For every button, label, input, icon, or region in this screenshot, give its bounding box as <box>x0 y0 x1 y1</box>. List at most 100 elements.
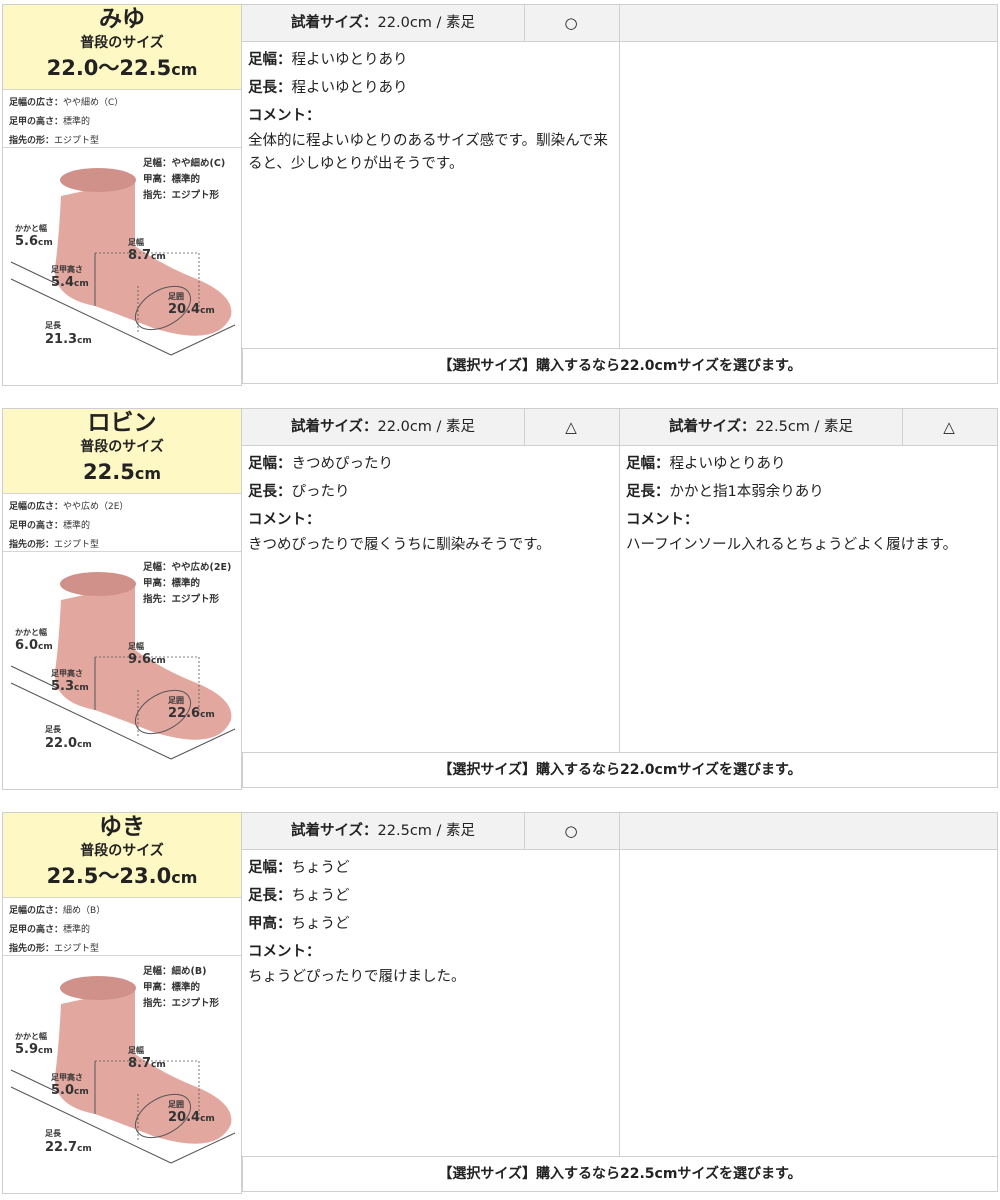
selected-size-note: 【選択サイズ】購入するなら22.0cmサイズを選びます。 <box>242 752 998 788</box>
foot-length-value: 22.7 <box>45 1140 78 1155</box>
fit-line-label: 甲高： <box>248 916 292 932</box>
instep-height-value: 5.3 <box>51 679 75 694</box>
fit-line-text: 程よいゆとりあり <box>669 456 786 472</box>
foot-width-measure: 8.7cm <box>128 1056 166 1073</box>
foot-length-label: 足長 <box>45 321 61 330</box>
usual-size: 22.5cm <box>3 457 241 489</box>
fit-line: 足幅：きつめぴったり <box>248 450 619 478</box>
foot-length-label: 足長 <box>45 1129 61 1138</box>
profile-attr-label: 足幅の広さ： <box>9 502 64 512</box>
profile-header: ロビン 普段のサイズ 22.5cm <box>3 409 241 494</box>
foot-width-unit: cm <box>151 656 166 666</box>
fit-line: 足長：かかと指1本弱余りあり <box>626 478 997 506</box>
fit-line: 甲高：ちょうど <box>248 910 619 938</box>
profile-attributes: 足幅の広さ：細め（B） 足甲の高さ：標準的 指先の形：エジプト型 <box>3 898 241 956</box>
comment-heading: コメント： <box>248 102 619 130</box>
fit-line-text: 程よいゆとりあり <box>291 80 408 96</box>
fit-line: 足幅：程よいゆとりあり <box>626 450 997 478</box>
trial-header <box>620 5 997 42</box>
usual-size-value: 22.0〜22.5 <box>46 56 172 80</box>
comment-label: コメント： <box>248 944 321 960</box>
profile-attr: 足幅の広さ：細め（B） <box>9 902 241 921</box>
comment-text: ちょうどぴったりで履けました。 <box>248 969 466 985</box>
instep-height-label: 足甲高さ <box>51 1073 83 1082</box>
profile-attributes: 足幅の広さ：やや広め（2E） 足甲の高さ：標準的 指先の形：エジプト型 <box>3 494 241 552</box>
trial-size-label: 試着サイズ： <box>668 419 756 435</box>
instep-height-label: 足甲高さ <box>51 669 83 678</box>
trial-header: 試着サイズ：22.5cm / 素足 ○ <box>242 813 619 850</box>
usual-size-unit: cm <box>134 464 161 483</box>
fit-rating-mark: ○ <box>564 14 578 32</box>
profile-attr: 足幅の広さ：やや広め（2E） <box>9 498 241 517</box>
fit-line-label: 足幅： <box>248 52 292 68</box>
fit-line: 足幅：ちょうど <box>248 854 619 882</box>
usual-size-label: 普段のサイズ <box>80 35 164 51</box>
trial-body: 足幅：程よいゆとりあり 足長：程よいゆとりあり コメント： 全体的に程よいゆとり… <box>242 42 619 176</box>
foot-width-unit: cm <box>151 252 166 262</box>
foot-length-measure: 22.0cm <box>45 736 92 753</box>
comment-label: コメント： <box>626 512 699 528</box>
foot-width-unit: cm <box>151 1060 166 1070</box>
fit-rating-mark: △ <box>565 418 577 436</box>
fit-line-label: 足幅： <box>248 456 292 472</box>
fit-line: 足幅：程よいゆとりあり <box>248 46 619 74</box>
comment-text: ハーフインソール入れるとちょうどよく履けます。 <box>626 537 958 553</box>
trial-size-value: 22.5cm / 素足 <box>377 823 476 839</box>
usual-size: 22.0〜22.5cm <box>3 53 241 85</box>
girth-unit: cm <box>200 710 215 720</box>
trial-body: 足幅：程よいゆとりあり 足長：かかと指1本弱余りあり コメント： ハーフインソー… <box>620 446 997 557</box>
girth-label: 足囲 <box>168 696 184 705</box>
heel-width-measure: 5.9cm <box>15 1042 53 1059</box>
foot-width-label: 足幅 <box>128 238 144 247</box>
trial-size-label: 試着サイズ： <box>290 823 378 839</box>
usual-size: 22.5〜23.0cm <box>3 861 241 893</box>
review-block: ロビン 普段のサイズ 22.5cm 足幅の広さ：やや広め（2E） 足甲の高さ：標… <box>2 408 998 790</box>
trial-size-label: 試着サイズ： <box>290 15 378 31</box>
foot-length-unit: cm <box>77 740 92 750</box>
girth-measure: 20.4cm <box>168 302 215 319</box>
foot-spec-toe: 指先：エジプト形 <box>143 594 220 605</box>
ankle-top <box>60 168 136 192</box>
heel-width-label: かかと幅 <box>15 628 47 637</box>
foot-width-label: 足幅 <box>128 1046 144 1055</box>
heel-width-unit: cm <box>38 642 53 652</box>
trial-panel <box>620 4 998 349</box>
comment-text: 全体的に程よいゆとりのあるサイズ感です。馴染んで来ると、少しゆとりが出そうです。 <box>248 133 608 172</box>
heel-width-label: かかと幅 <box>15 1032 47 1041</box>
fit-line: 足長：ぴったり <box>248 478 619 506</box>
girth-value: 20.4 <box>168 302 201 317</box>
fit-line-label: 足長： <box>248 888 292 904</box>
comment-heading: コメント： <box>626 506 997 534</box>
profile-attr-value: エジプト型 <box>54 540 100 550</box>
trial-size-value: 22.0cm / 素足 <box>377 419 476 435</box>
trial-panel: 試着サイズ：22.0cm / 素足 △ 足幅：きつめぴったり 足長：ぴったり コ… <box>242 408 620 753</box>
trial-header: 試着サイズ：22.0cm / 素足 ○ <box>242 5 619 42</box>
girth-value: 22.6 <box>168 706 201 721</box>
foot-length-label: 足長 <box>45 725 61 734</box>
trial-header: 試着サイズ：22.5cm / 素足 △ <box>620 409 997 446</box>
usual-size-unit: cm <box>171 60 198 79</box>
comment-text: きつめぴったりで履くうちに馴染みそうです。 <box>248 537 551 553</box>
foot-width-value: 9.6 <box>128 652 152 667</box>
trial-size: 試着サイズ：22.0cm / 素足 <box>242 409 525 445</box>
foot-spec-instep: 甲高：標準的 <box>143 174 201 185</box>
profile-attr-label: 足幅の広さ： <box>9 98 64 108</box>
fit-rating-mark: △ <box>943 418 955 436</box>
trial-size: 試着サイズ：22.5cm / 素足 <box>242 813 525 849</box>
reviewer-profile: ゆき 普段のサイズ 22.5〜23.0cm 足幅の広さ：細め（B） 足甲の高さ：… <box>2 812 242 1194</box>
trial-size-value: 22.0cm / 素足 <box>377 15 476 31</box>
girth-unit: cm <box>200 306 215 316</box>
trial-body: 足幅：ちょうど 足長：ちょうど 甲高：ちょうど コメント： ちょうどぴったりで履… <box>242 850 619 989</box>
profile-attr-value: やや広め（2E） <box>63 502 129 512</box>
fit-line: 足長：程よいゆとりあり <box>248 74 619 102</box>
trial-size: 試着サイズ：22.5cm / 素足 <box>620 409 903 445</box>
instep-height-measure: 5.4cm <box>51 275 89 292</box>
trial-panel <box>620 812 998 1157</box>
profile-attr-label: 指先の形： <box>9 540 55 550</box>
fit-line-label: 足幅： <box>626 456 670 472</box>
trial-panel: 試着サイズ：22.0cm / 素足 ○ 足幅：程よいゆとりあり 足長：程よいゆと… <box>242 4 620 349</box>
review-block: ゆき 普段のサイズ 22.5〜23.0cm 足幅の広さ：細め（B） 足甲の高さ：… <box>2 812 998 1194</box>
profile-attr-value: 標準的 <box>63 521 91 531</box>
instep-height-value: 5.4 <box>51 275 75 290</box>
profile-attr-value: 標準的 <box>63 925 91 935</box>
